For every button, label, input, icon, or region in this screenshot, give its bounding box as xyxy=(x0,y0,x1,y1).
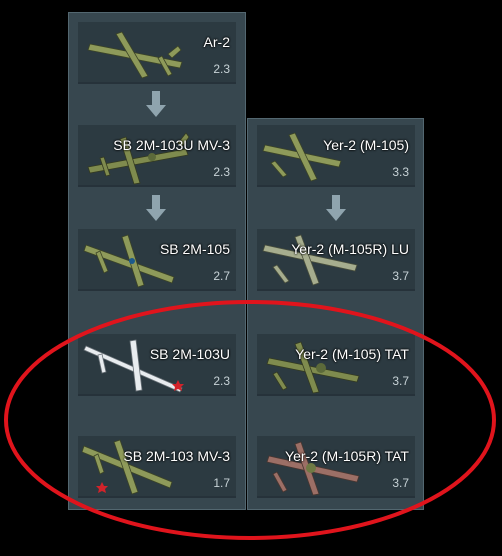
vehicle-card-yer-2-m-105r-lu[interactable]: Yer-2 (M-105R) LU 3.7 xyxy=(257,229,415,291)
battle-rating: 2.3 xyxy=(213,165,230,179)
plane-green-icon xyxy=(262,132,342,182)
battle-rating: 2.7 xyxy=(213,269,230,283)
vehicle-card-yer-2-m-105-tat[interactable]: Yer-2 (M-105) TAT 3.7 xyxy=(257,334,415,396)
battle-rating: 1.7 xyxy=(213,476,230,490)
plane-green-icon xyxy=(83,234,175,288)
vehicle-name: Yer-2 (M-105) TAT xyxy=(295,346,409,362)
vehicle-card-sb-2m-105[interactable]: SB 2M-105 2.7 xyxy=(78,229,236,291)
plane-white-icon xyxy=(83,339,184,393)
vehicle-card-ar-2[interactable]: Ar-2 2.3 xyxy=(78,22,236,84)
plane-camo-icon xyxy=(87,132,190,185)
plane-grey-icon xyxy=(262,234,358,286)
plane-pink-camo-icon xyxy=(266,441,360,496)
vehicle-card-sb-2m-103u-mv-3[interactable]: SB 2M-103U MV-3 2.3 xyxy=(78,125,236,187)
vehicle-name: SB 2M-103U MV-3 xyxy=(113,137,230,153)
vehicle-card-yer-2-m-105r-tat[interactable]: Yer-2 (M-105R) TAT 3.7 xyxy=(257,436,415,498)
vehicle-name: SB 2M-103 MV-3 xyxy=(123,448,230,464)
battle-rating: 3.7 xyxy=(392,374,409,388)
vehicle-card-sb-2m-103u[interactable]: SB 2M-103U 2.3 xyxy=(78,334,236,396)
vehicle-name: Ar-2 xyxy=(203,34,230,50)
plane-green-icon xyxy=(82,439,173,495)
plane-camo-icon xyxy=(266,341,360,394)
battle-rating: 3.3 xyxy=(392,165,409,179)
arrow-down-icon xyxy=(146,195,166,221)
vehicle-card-sb-2m-103-mv-3[interactable]: SB 2M-103 MV-3 1.7 xyxy=(78,436,236,498)
arrow-down-icon xyxy=(326,195,346,221)
plane-green-icon xyxy=(87,31,183,79)
vehicle-name: SB 2M-105 xyxy=(159,241,230,257)
battle-rating: 2.3 xyxy=(213,374,230,388)
battle-rating: 3.7 xyxy=(392,476,409,490)
vehicle-name: Yer-2 (M-105R) TAT xyxy=(285,448,409,464)
vehicle-name: Yer-2 (M-105R) LU xyxy=(291,241,409,257)
battle-rating: 2.3 xyxy=(213,62,230,76)
vehicle-name: SB 2M-103U xyxy=(149,346,230,362)
arrow-down-icon xyxy=(146,91,166,117)
vehicle-card-yer-2-m-105[interactable]: Yer-2 (M-105) 3.3 xyxy=(257,125,415,187)
battle-rating: 3.7 xyxy=(392,269,409,283)
vehicle-name: Yer-2 (M-105) xyxy=(323,137,409,153)
